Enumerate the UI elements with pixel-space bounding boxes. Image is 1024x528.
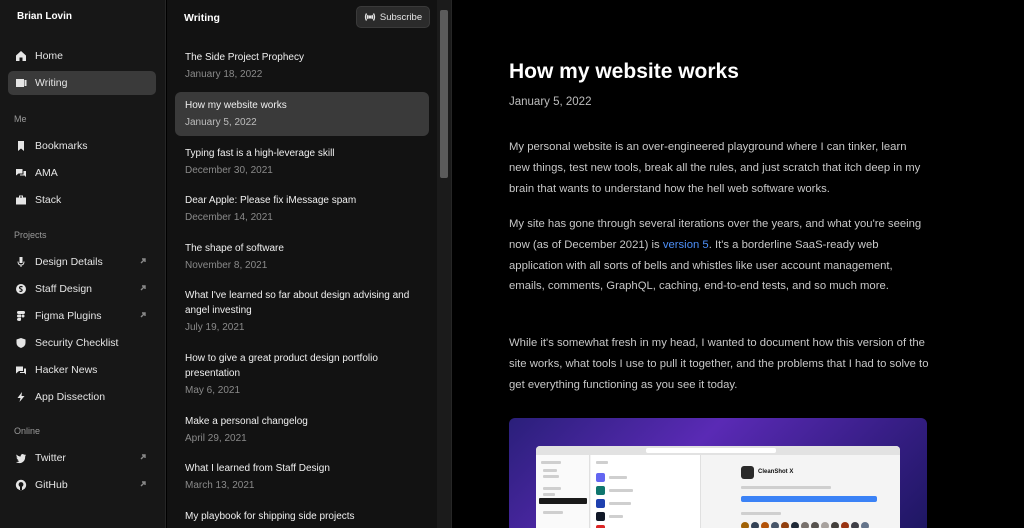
github-icon bbox=[15, 479, 27, 491]
post-title: My playbook for shipping side projects bbox=[185, 511, 355, 522]
subscribe-label: Subscribe bbox=[379, 11, 423, 23]
bolt-icon bbox=[15, 391, 27, 403]
article-date: January 5, 2022 bbox=[509, 96, 592, 108]
sidebar-item-label: Stack bbox=[35, 194, 62, 206]
article: How my website works January 5, 2022 My … bbox=[453, 0, 1024, 528]
sidebar-item-label: Design Details bbox=[35, 256, 103, 268]
article-paragraph: My personal website is an over-engineere… bbox=[509, 141, 921, 195]
sidebar-item-label: Hacker News bbox=[35, 364, 98, 376]
app-icon bbox=[741, 466, 754, 479]
external-link-icon bbox=[138, 256, 148, 266]
sidebar-item-app-dissection[interactable]: App Dissection bbox=[8, 385, 156, 409]
post-date: May 6, 2021 bbox=[185, 385, 241, 396]
sidebar-item-writing[interactable]: Writing bbox=[8, 71, 156, 95]
sidebar-item-staff-design[interactable]: Staff Design bbox=[8, 277, 156, 301]
post-title: How my website works bbox=[185, 100, 287, 111]
list-item-active[interactable]: How my website works January 5, 2022 bbox=[175, 92, 429, 136]
figma-icon bbox=[15, 310, 27, 322]
list-title: Writing bbox=[184, 12, 220, 24]
external-link-icon bbox=[138, 452, 148, 462]
list-item[interactable]: What I learned from Staff Design March 1… bbox=[175, 455, 429, 499]
external-link-icon bbox=[138, 283, 148, 293]
post-date: July 19, 2021 bbox=[185, 322, 245, 333]
microphone-icon bbox=[15, 256, 27, 268]
sidebar-item-label: Bookmarks bbox=[35, 140, 88, 152]
shield-icon bbox=[15, 337, 27, 349]
stack-icon bbox=[15, 194, 27, 206]
article-paragraph: While it's somewhat fresh in my head, I … bbox=[509, 337, 929, 391]
hero-app-title: CleanShot X bbox=[758, 469, 794, 475]
home-icon bbox=[15, 50, 27, 62]
sidebar-item-twitter[interactable]: Twitter bbox=[8, 446, 156, 470]
post-title: Typing fast is a high-leverage skill bbox=[185, 148, 335, 159]
external-link-icon bbox=[138, 310, 148, 320]
sidebar-item-label: GitHub bbox=[35, 479, 68, 491]
list-item[interactable]: The Side Project Prophecy January 18, 20… bbox=[175, 44, 429, 88]
post-date: December 14, 2021 bbox=[185, 212, 273, 223]
bookmark-icon bbox=[15, 140, 27, 152]
post-title: The Side Project Prophecy bbox=[185, 52, 304, 63]
writing-list: Writing Subscribe The Side Project Proph… bbox=[167, 0, 452, 528]
article-title: How my website works bbox=[509, 60, 739, 83]
sidebar-item-stack[interactable]: Stack bbox=[8, 188, 156, 212]
twitter-icon bbox=[15, 452, 27, 464]
list-item[interactable]: Make a personal changelog April 29, 2021 bbox=[175, 408, 429, 452]
post-title: How to give a great product design portf… bbox=[185, 353, 378, 379]
article-paragraph: My site has gone through several iterati… bbox=[509, 214, 929, 297]
section-label-projects: Projects bbox=[14, 230, 47, 240]
chat-icon bbox=[15, 167, 27, 179]
external-link-icon bbox=[138, 479, 148, 489]
sidebar-item-label: Security Checklist bbox=[35, 337, 119, 349]
article-hero-image: CleanShot X bbox=[509, 418, 927, 528]
sidebar-item-security-checklist[interactable]: Security Checklist bbox=[8, 331, 156, 355]
post-title: What I've learned so far about design ad… bbox=[185, 290, 410, 316]
broadcast-icon bbox=[364, 13, 376, 21]
news-icon bbox=[15, 364, 27, 376]
section-label-me: Me bbox=[14, 114, 27, 124]
scrollbar-thumb[interactable] bbox=[440, 10, 448, 178]
list-item[interactable]: Typing fast is a high-leverage skill Dec… bbox=[175, 140, 429, 184]
sidebar-item-label: Twitter bbox=[35, 452, 66, 464]
list-item[interactable]: Dear Apple: Please fix iMessage spam Dec… bbox=[175, 187, 429, 231]
post-title: The shape of software bbox=[185, 243, 284, 254]
post-title: Make a personal changelog bbox=[185, 416, 308, 427]
list-item[interactable]: My playbook for shipping side projects bbox=[175, 503, 429, 528]
section-label-online: Online bbox=[14, 426, 41, 436]
sidebar-item-hacker-news[interactable]: Hacker News bbox=[8, 358, 156, 382]
screenshot-window: CleanShot X bbox=[536, 446, 900, 528]
sidebar-item-figma-plugins[interactable]: Figma Plugins bbox=[8, 304, 156, 328]
sidebar: Brian Lovin Home Writing Me Bookmarks AM… bbox=[0, 0, 166, 528]
post-title: What I learned from Staff Design bbox=[185, 463, 330, 474]
brand-name[interactable]: Brian Lovin bbox=[17, 11, 72, 22]
list-item[interactable]: The shape of software November 8, 2021 bbox=[175, 235, 429, 279]
writing-icon bbox=[15, 77, 27, 89]
post-date: January 18, 2022 bbox=[185, 69, 263, 80]
sidebar-item-label: App Dissection bbox=[35, 391, 106, 403]
sidebar-item-home[interactable]: Home bbox=[8, 44, 156, 68]
list-item[interactable]: What I've learned so far about design ad… bbox=[175, 282, 429, 341]
sidebar-item-label: Home bbox=[35, 50, 64, 62]
post-date: April 29, 2021 bbox=[185, 433, 247, 444]
sidebar-item-label: Staff Design bbox=[35, 283, 93, 295]
post-date: December 30, 2021 bbox=[185, 165, 273, 176]
post-date: January 5, 2022 bbox=[185, 117, 257, 128]
list-item[interactable]: How to give a great product design portf… bbox=[175, 345, 429, 404]
sidebar-item-design-details[interactable]: Design Details bbox=[8, 250, 156, 274]
sidebar-item-label: AMA bbox=[35, 167, 58, 179]
post-date: March 13, 2021 bbox=[185, 480, 255, 491]
version-5-link[interactable]: version 5 bbox=[663, 239, 709, 251]
staff-design-icon bbox=[15, 283, 27, 295]
sidebar-item-label: Writing bbox=[35, 77, 68, 89]
post-date: November 8, 2021 bbox=[185, 260, 268, 271]
post-title: Dear Apple: Please fix iMessage spam bbox=[185, 195, 357, 206]
sidebar-item-label: Figma Plugins bbox=[35, 310, 102, 322]
subscribe-button[interactable]: Subscribe bbox=[356, 6, 430, 28]
sidebar-item-ama[interactable]: AMA bbox=[8, 161, 156, 185]
sidebar-item-github[interactable]: GitHub bbox=[8, 473, 156, 497]
sidebar-item-bookmarks[interactable]: Bookmarks bbox=[8, 134, 156, 158]
